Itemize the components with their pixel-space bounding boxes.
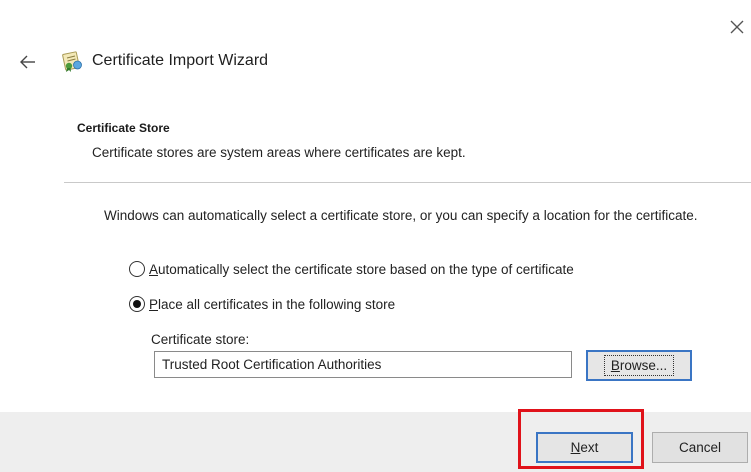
close-icon [730,20,744,34]
place-in-store-label: Place all certificates in the following … [149,296,396,312]
auto-select-option[interactable]: Automatically select the certificate sto… [129,261,574,277]
back-arrow-icon [20,55,35,69]
back-button[interactable] [18,52,38,72]
section-title: Certificate Store [77,121,170,135]
certificate-icon [61,49,83,73]
close-button[interactable] [726,16,748,38]
certificate-store-field[interactable] [154,351,572,378]
intro-text: Windows can automatically select a certi… [104,208,698,223]
auto-select-radio[interactable] [129,261,145,277]
wizard-footer [0,412,751,472]
browse-button[interactable]: Browse... [586,350,692,381]
next-button[interactable]: Next [536,432,633,463]
divider [64,182,751,183]
wizard-title: Certificate Import Wizard [92,52,269,69]
auto-select-label: Automatically select the certificate sto… [149,261,574,277]
wizard-header: Certificate Import Wizard [0,42,751,82]
certificate-store-label: Certificate store: [151,332,250,347]
section-description: Certificate stores are system areas wher… [92,145,466,160]
cancel-button[interactable]: Cancel [652,432,748,463]
place-in-store-option[interactable]: Place all certificates in the following … [129,296,395,312]
place-in-store-radio[interactable] [129,296,145,312]
wizard-body: Certificate Store Certificate stores are… [54,100,751,381]
